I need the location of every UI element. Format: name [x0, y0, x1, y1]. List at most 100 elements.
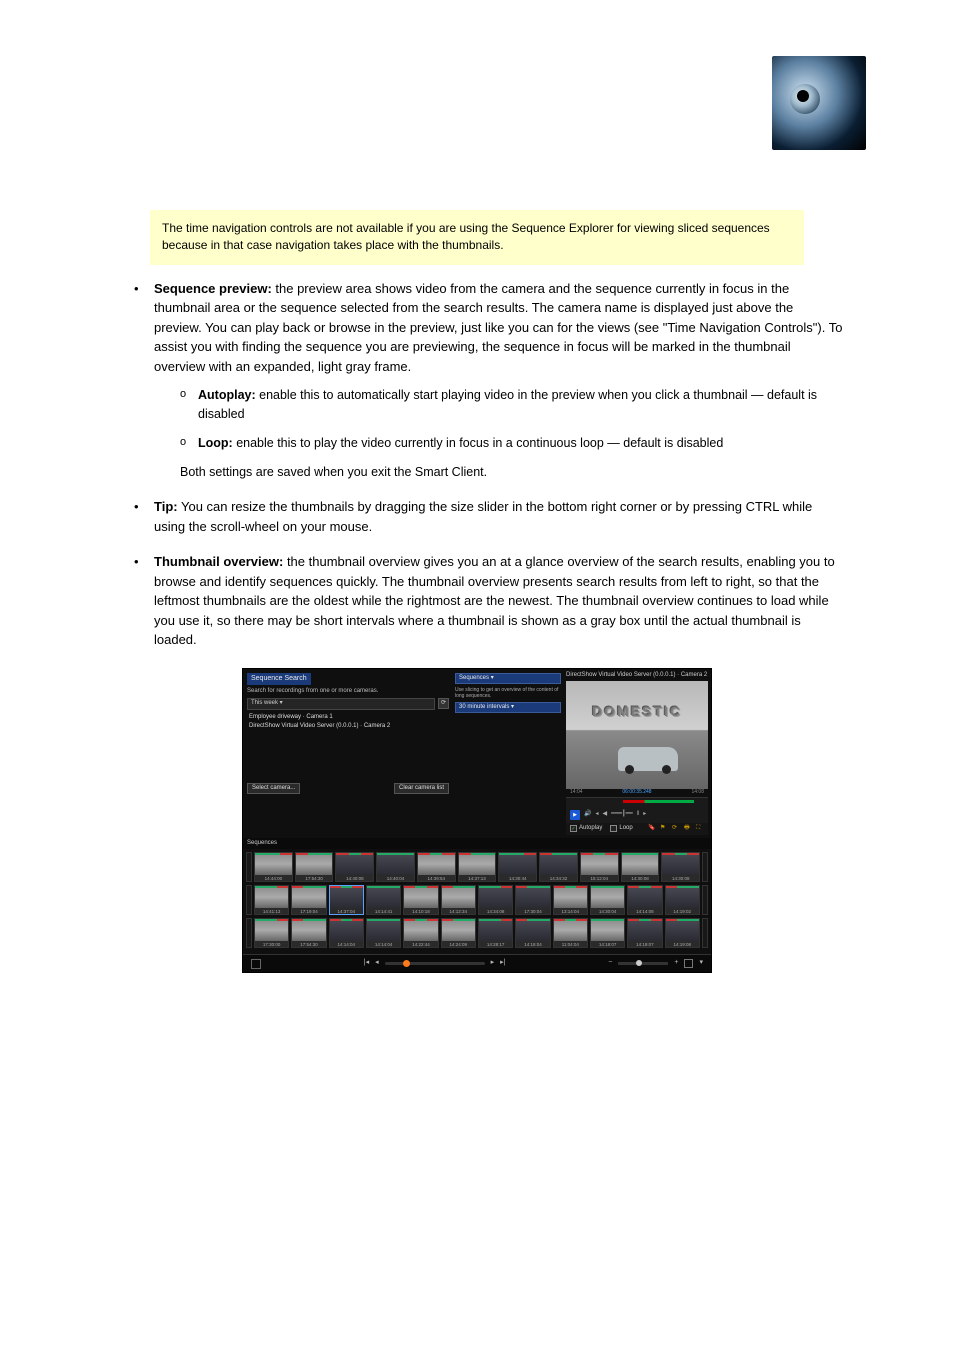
nav-next-icon[interactable]: ▸ — [491, 959, 495, 967]
car-graphic — [618, 747, 678, 771]
thumbnail[interactable]: 14:18:07 — [590, 918, 625, 948]
play-button[interactable]: ▶ — [570, 810, 580, 820]
thumbnail-time: 14:19:02 — [666, 908, 699, 914]
thumbnail[interactable]: 14:18:04 — [515, 918, 550, 948]
timeline-center-time: 06:00:35.248 — [622, 789, 651, 795]
thumbnail[interactable]: 14:30:08 — [661, 852, 700, 882]
thumbnail[interactable]: 11:04:04 — [553, 918, 588, 948]
thumbnail-time: 14:44:00 — [255, 875, 292, 881]
camera-list-item[interactable]: Employee driveway · Camera 1 — [247, 713, 449, 722]
grid-layout-icon[interactable] — [684, 959, 693, 968]
thumbnail-time: 14:40:04 — [377, 875, 414, 881]
expand-icon[interactable]: ⛶ — [696, 825, 704, 833]
size-slider[interactable] — [618, 962, 668, 965]
thumbnail[interactable]: 14:12:34 — [441, 885, 476, 915]
thumbnail-time: 14:14:04 — [330, 941, 363, 947]
thumbnail[interactable]: 14:14:04 — [329, 918, 364, 948]
thumbnail[interactable]: 14:14:04 — [366, 918, 401, 948]
period-dropdown[interactable]: This week ▾ — [247, 698, 435, 709]
wolf-eye-logo — [772, 56, 866, 150]
thumbnail[interactable]: 14:19:02 — [665, 885, 700, 915]
thumbnail[interactable]: 14:44:00 — [254, 852, 293, 882]
nav-last-icon[interactable]: ▸| — [500, 959, 505, 967]
bookmark-icon[interactable]: 🔖 — [648, 825, 656, 833]
flag-icon[interactable]: ⚑ — [660, 825, 668, 833]
thumbnail[interactable]: 15:12:04 — [580, 852, 619, 882]
thumbnail[interactable]: 17:19:04 — [291, 885, 326, 915]
zoom-in-icon[interactable]: + — [674, 959, 678, 967]
playback-controls: ▶ 🔊 ◂ ◀ ━━━┃━━ ‖ ▸ — [566, 807, 708, 823]
thumbnail-time: 14:10:18 — [404, 908, 437, 914]
refresh-preview-icon[interactable]: ⟳ — [672, 825, 680, 833]
thumbnail[interactable]: 14:39:54 — [417, 852, 456, 882]
interval-dropdown[interactable]: 30 minute intervals ▾ — [455, 702, 561, 713]
clear-camera-list-button[interactable]: Clear camera list — [394, 783, 449, 794]
position-slider[interactable] — [385, 962, 485, 965]
timeline[interactable] — [566, 797, 708, 807]
thumbnail[interactable]: 14:34:32 — [539, 852, 578, 882]
thumbnail-time: 11:04:04 — [554, 941, 587, 947]
mode-dropdown[interactable]: Sequences ▾ — [455, 673, 561, 684]
thumbnail-time: 17:30:00 — [255, 941, 288, 947]
thumbnail[interactable]: 17:30:00 — [254, 918, 289, 948]
thumbnail-time: 13:14:04 — [554, 908, 587, 914]
thumbnail-time: 14:30:08 — [662, 875, 699, 881]
thumbnail[interactable]: 14:19:07 — [627, 918, 662, 948]
thumbnail[interactable]: 14:41:13 — [254, 885, 289, 915]
thumbnail-time: 14:37:13 — [459, 875, 496, 881]
thumbnail[interactable]: 14:14:41 — [366, 885, 401, 915]
thumbnail-time: 17:54:30 — [296, 875, 333, 881]
thumbnail[interactable]: 14:40:04 — [376, 852, 415, 882]
subbullet-autoplay: Autoplay: enable this to automatically s… — [180, 386, 844, 424]
thumbnail[interactable]: 17:54:30 — [291, 918, 326, 948]
thumbnail[interactable]: 14:30:08 — [621, 852, 660, 882]
refresh-icon[interactable]: ⟳ — [438, 698, 449, 709]
next-frame-icon[interactable]: ▸ — [643, 811, 646, 818]
print-icon[interactable]: 🖶 — [684, 825, 692, 833]
thumbnail-time: 14:30:04 — [591, 908, 624, 914]
camera-list-item[interactable]: DirectShow Virtual Video Server (0.0.0.1… — [247, 722, 449, 731]
thumbnail[interactable]: 14:34:08 — [478, 885, 513, 915]
nav-prev-icon[interactable]: ◂ — [375, 959, 379, 967]
loop-checkbox[interactable]: Loop — [610, 825, 632, 833]
thumbnail-time: 14:37:04 — [330, 908, 363, 914]
thumbnail[interactable]: 14:40:08 — [335, 852, 374, 882]
text-autoplay: enable this to automatically start playi… — [198, 388, 817, 421]
thumbnail[interactable]: 14:24:09 — [441, 918, 476, 948]
subbullet-loop: Loop: enable this to play the video curr… — [180, 434, 844, 453]
bullet-tip: Tip: You can resize the thumbnails by dr… — [134, 497, 844, 536]
autoplay-checkbox[interactable]: ✓Autoplay — [570, 825, 602, 833]
thumbnail[interactable]: 17:54:30 — [295, 852, 334, 882]
thumbnail-time: 15:12:04 — [581, 875, 618, 881]
zoom-out-icon[interactable]: − — [608, 959, 612, 967]
thumbnail[interactable]: 14:19:08 — [665, 918, 700, 948]
options-icon[interactable]: ▾ — [699, 959, 703, 967]
thumbnail[interactable]: 14:28:17 — [478, 918, 513, 948]
tab-sequence-search[interactable]: Sequence Search — [247, 673, 311, 685]
thumbnail-time: 14:18:07 — [591, 941, 624, 947]
thumbnail[interactable]: 14:10:18 — [403, 885, 438, 915]
video-preview[interactable]: DOMESTIC — [566, 681, 708, 789]
thumbnail[interactable]: 14:22:44 — [403, 918, 438, 948]
scrub-bar[interactable]: ━━━┃━━ — [611, 811, 633, 818]
pause-icon[interactable]: ‖ — [637, 811, 639, 818]
thumbnail[interactable]: 14:37:13 — [458, 852, 497, 882]
thumbnail[interactable]: 17:30:04 — [515, 885, 550, 915]
thumbnail[interactable]: 14:14:08 — [627, 885, 662, 915]
slicing-hint: Use slicing to get an overview of the co… — [455, 687, 561, 699]
thumbnail-time: 14:14:41 — [367, 908, 400, 914]
nav-first-icon[interactable]: |◂ — [364, 959, 369, 967]
thumbnail[interactable]: 14:30:44 — [498, 852, 537, 882]
prev-frame-icon[interactable]: ◂ — [595, 811, 598, 818]
speed-icon[interactable]: 🔊 — [584, 811, 591, 818]
thumbnail[interactable]: 14:30:04 — [590, 885, 625, 915]
step-back-icon[interactable]: ◀ — [603, 811, 608, 818]
preview-panel: DirectShow Virtual Video Server (0.0.0.1… — [563, 669, 711, 838]
thumbnail[interactable]: 14:37:04 — [329, 885, 364, 915]
thumbnail-time: 14:39:54 — [418, 875, 455, 881]
note-box: The time navigation controls are not ava… — [150, 210, 804, 265]
calendar-icon[interactable] — [251, 959, 261, 969]
thumbnail[interactable]: 13:14:04 — [553, 885, 588, 915]
embedded-screenshot: Sequence Search Search for recordings fr… — [242, 668, 712, 973]
select-camera-button[interactable]: Select camera... — [247, 783, 300, 794]
